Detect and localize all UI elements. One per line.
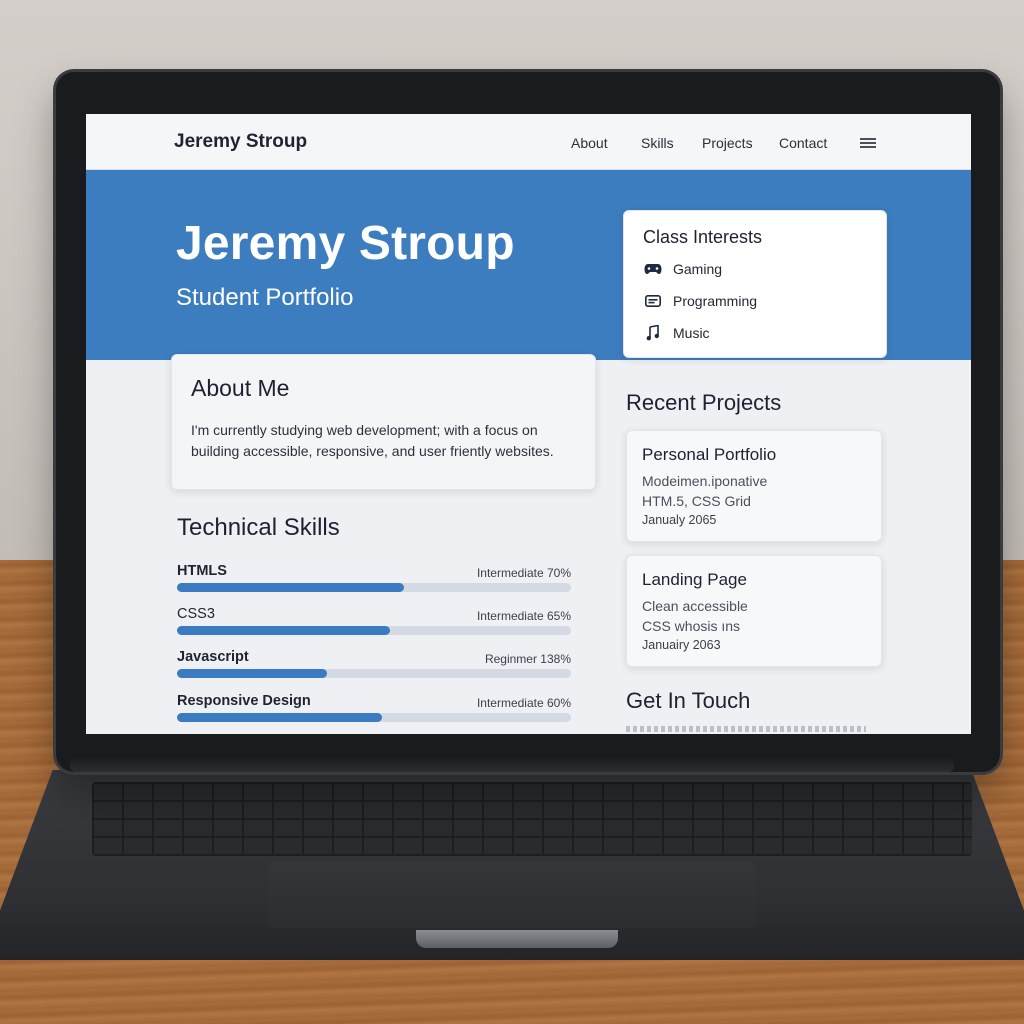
interest-label-gaming: Gaming — [673, 261, 723, 277]
interest-label-music: Music — [673, 325, 710, 341]
gamepad-icon — [643, 261, 663, 277]
keyboard-icon — [643, 293, 663, 309]
project-description: Modeimen.iponative — [642, 473, 768, 489]
nav-link-contact[interactable]: Contact — [779, 135, 827, 151]
laptop-hinge — [70, 758, 954, 772]
skill-level: Reginmer 138% — [484, 652, 571, 666]
interest-label-programming: Programming — [673, 293, 758, 309]
about-me-card: About Me I'm currently studying web deve… — [171, 354, 596, 490]
project-title: Personal Portfolio — [642, 445, 777, 464]
project-tech: HTM.5, CSS Grid — [642, 493, 751, 509]
laptop-lid-notch — [416, 930, 618, 948]
interest-item-music: Music — [643, 325, 710, 341]
skill-progress-track — [177, 583, 571, 592]
skill-progress-fill — [177, 626, 390, 635]
skill-progress-track — [177, 713, 571, 722]
skill-name: HTMLS — [177, 563, 227, 579]
nav-link-about[interactable]: About — [571, 135, 608, 151]
nav-link-skills[interactable]: Skills — [641, 135, 674, 151]
interest-item-programming: Programming — [643, 293, 757, 309]
get-in-touch-title: Get In Touch — [626, 688, 751, 713]
skill-name: CSS3 — [177, 606, 215, 622]
hero-subtitle: Student Portfolio — [176, 284, 354, 311]
nav-link-projects[interactable]: Projects — [702, 135, 753, 151]
skill-name: Responsive Design — [177, 693, 311, 709]
project-card-landing-page[interactable]: Landing Page Clean accessible CSS whosis… — [626, 555, 882, 667]
get-in-touch-text-cutoff — [626, 726, 866, 732]
skill-progress-fill — [177, 669, 327, 678]
skill-progress-track — [177, 626, 571, 635]
about-me-text: I'm currently studying web development; … — [191, 422, 554, 459]
skill-progress-track — [177, 669, 571, 678]
skill-level: Intermediate 70% — [476, 566, 571, 580]
site-brand[interactable]: Jeremy Stroup — [174, 131, 307, 153]
skill-level: Intermediate 65% — [476, 609, 571, 623]
technical-skills-title: Technical Skills — [177, 514, 340, 541]
top-navbar: Jeremy Stroup About Skills Projects Cont… — [86, 114, 971, 170]
project-date: Janualy 2065 — [642, 513, 717, 527]
skill-level: Intermediate 60% — [476, 696, 571, 710]
hamburger-menu-icon[interactable] — [860, 138, 876, 148]
hero-title: Jeremy Stroup — [176, 217, 515, 270]
recent-projects-title: Recent Projects — [626, 390, 782, 415]
class-interests-title: Class Interests — [643, 227, 763, 247]
interest-item-gaming: Gaming — [643, 261, 722, 277]
laptop-trackpad — [268, 862, 756, 928]
skill-progress-fill — [177, 713, 382, 722]
browser-viewport: Jeremy Stroup About Skills Projects Cont… — [86, 114, 971, 734]
project-description: Clean accessible — [642, 598, 748, 614]
project-date: Januairy 2063 — [642, 638, 721, 652]
about-me-title: About Me — [191, 375, 290, 401]
class-interests-card: Class Interests Gaming Programming Music — [623, 210, 887, 358]
project-title: Landing Page — [642, 570, 747, 589]
skill-progress-fill — [177, 583, 404, 592]
music-note-icon — [643, 325, 663, 341]
laptop-keyboard — [92, 782, 972, 856]
project-card-personal-portfolio[interactable]: Personal Portfolio Modeimen.iponative HT… — [626, 430, 882, 542]
project-tech: CSS whosis ıns — [642, 618, 741, 634]
skill-name: Javascript — [177, 649, 249, 665]
